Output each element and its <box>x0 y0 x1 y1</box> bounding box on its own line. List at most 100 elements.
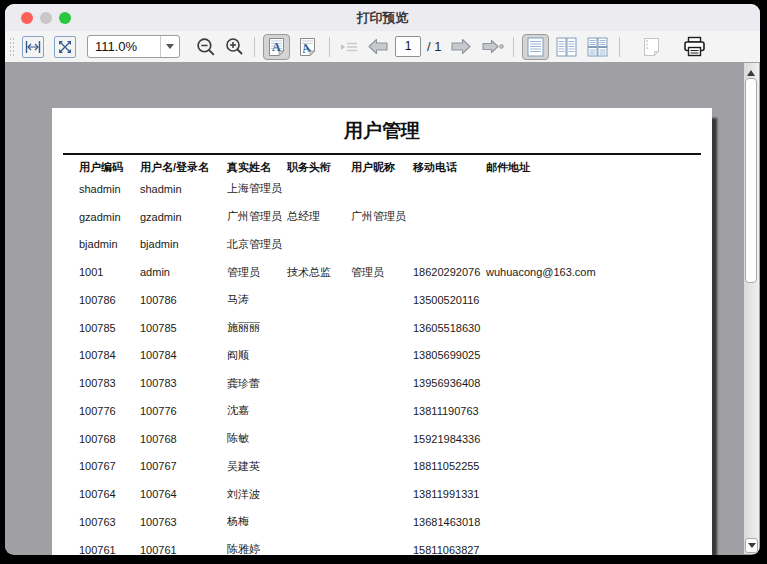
single-page-view-icon <box>527 37 544 57</box>
table-cell: 100776 <box>79 405 140 417</box>
close-button[interactable] <box>21 12 33 24</box>
table-cell: 阎顺 <box>227 348 287 363</box>
table-cell: 100768 <box>140 433 227 445</box>
previous-page-button[interactable] <box>364 34 391 60</box>
table-cell: 100767 <box>140 460 227 472</box>
fit-page-icon <box>57 39 73 55</box>
zoom-in-button[interactable] <box>222 34 246 60</box>
fit-page-button[interactable] <box>54 36 76 58</box>
landscape-orientation-button[interactable]: A <box>294 34 321 60</box>
table-row: 100785100785施丽丽13605518630 <box>52 314 708 342</box>
table-cell: 总经理 <box>287 209 351 224</box>
table-cell: 13811190763 <box>413 405 486 417</box>
table-cell: 13681463018 <box>413 516 486 528</box>
table-row: 100783100783龚珍蕾13956936408 <box>52 369 708 397</box>
table-cell: 100776 <box>140 405 227 417</box>
table-cell: 18811052255 <box>413 460 486 472</box>
table-cell: admin <box>140 266 227 278</box>
table-cell: 技术总监 <box>287 265 351 280</box>
landscape-icon: A <box>299 37 316 57</box>
table-cell: 100761 <box>140 544 227 555</box>
table-row: 100764100764刘洋波13811991331 <box>52 480 708 508</box>
overview-mode-button[interactable] <box>584 34 611 60</box>
print-button[interactable] <box>681 34 708 60</box>
column-header: 用户名/登录名 <box>140 160 227 175</box>
show-outline-button[interactable] <box>338 34 360 60</box>
column-header: 邮件地址 <box>486 160 708 175</box>
fit-width-button[interactable] <box>22 36 44 58</box>
outline-icon <box>340 40 358 54</box>
fit-width-icon <box>25 39 41 55</box>
table-cell: 杨梅 <box>227 514 287 529</box>
column-header: 用户编码 <box>79 160 140 175</box>
zoom-out-button[interactable] <box>194 34 218 60</box>
table-row: 100761100761陈雅婷15811063827 <box>52 536 708 555</box>
table-cell: 陈雅婷 <box>227 542 287 555</box>
table-row: 100763100763杨梅13681463018 <box>52 508 708 536</box>
scroll-up-icon[interactable] <box>747 66 755 76</box>
table-cell: 广州管理员 <box>227 209 287 224</box>
zoom-out-icon <box>195 36 217 58</box>
page-setup-button[interactable] <box>638 34 665 60</box>
table-cell: shadmin <box>79 183 140 195</box>
toolbar-drag-handle[interactable] <box>9 37 14 57</box>
table-cell: 刘洋波 <box>227 487 287 502</box>
table-cell: 100783 <box>140 377 227 389</box>
table-body: shadminshadmin上海管理员gzadmingzadmin广州管理员总经… <box>52 175 708 555</box>
table-row: 100768100768陈敏15921984336 <box>52 425 708 453</box>
table-cell: 100761 <box>79 544 140 555</box>
table-cell: 100764 <box>79 488 140 500</box>
table-cell: 100763 <box>140 516 227 528</box>
table-cell: 管理员 <box>351 265 413 280</box>
table-row: 1001admin管理员技术总监管理员18620292076wuhuacong@… <box>52 258 708 286</box>
vertical-scrollbar[interactable] <box>744 63 759 554</box>
table-row: bjadminbjadmin北京管理员 <box>52 231 708 259</box>
table-cell: 13500520116 <box>413 294 486 306</box>
column-header: 职务头衔 <box>287 160 351 175</box>
total-pages-label: / 1 <box>427 39 441 54</box>
zoom-level-combobox[interactable]: 111.0% <box>87 35 180 58</box>
table-cell: gzadmin <box>79 211 140 223</box>
table-cell: 100764 <box>140 488 227 500</box>
facing-pages-view-button[interactable] <box>553 34 580 60</box>
table-row: 100767100767吴建英18811052255 <box>52 453 708 481</box>
table-row: shadminshadmin上海管理员 <box>52 175 708 203</box>
zoom-dropdown-arrow-icon[interactable] <box>160 36 179 57</box>
window-title: 打印预览 <box>357 9 409 27</box>
table-cell: 100763 <box>79 516 140 528</box>
table-cell: 100784 <box>140 349 227 361</box>
titlebar[interactable]: 打印预览 <box>5 4 760 31</box>
table-cell: 100767 <box>79 460 140 472</box>
portrait-icon: A <box>268 37 285 57</box>
table-cell: 15921984336 <box>413 433 486 445</box>
table-cell: 100768 <box>79 433 140 445</box>
document-title: 用户管理 <box>52 108 712 144</box>
minimize-button[interactable] <box>40 12 52 24</box>
table-cell: 北京管理员 <box>227 237 287 252</box>
last-page-button[interactable] <box>478 34 505 60</box>
table-cell: bjadmin <box>79 238 140 250</box>
table-cell: 13605518630 <box>413 322 486 334</box>
single-page-view-button[interactable] <box>522 34 549 60</box>
current-page-input[interactable]: 1 <box>395 36 421 57</box>
header-rule <box>63 153 701 155</box>
table-cell: 上海管理员 <box>227 181 287 196</box>
table-cell: wuhuacong@163.com <box>486 266 708 278</box>
document-page: 用户管理 用户编码用户名/登录名真实姓名职务头衔用户昵称移动电话邮件地址 sha… <box>52 108 712 555</box>
next-page-icon <box>450 38 472 55</box>
zoom-in-icon <box>224 36 245 57</box>
next-page-button[interactable] <box>447 34 474 60</box>
table-cell: 陈敏 <box>227 431 287 446</box>
facing-pages-view-icon <box>556 37 577 57</box>
overview-mode-icon <box>587 37 608 57</box>
table-row: 100776100776沈嘉13811190763 <box>52 397 708 425</box>
zoom-window-button[interactable] <box>59 12 71 24</box>
table-cell: bjadmin <box>140 238 227 250</box>
table-cell: 100785 <box>140 322 227 334</box>
scrollbar-thumb[interactable] <box>745 78 757 283</box>
column-header: 用户昵称 <box>351 160 413 175</box>
scroll-down-icon[interactable] <box>745 538 758 553</box>
portrait-orientation-button[interactable]: A <box>263 34 290 60</box>
preview-canvas: 用户管理 用户编码用户名/登录名真实姓名职务头衔用户昵称移动电话邮件地址 sha… <box>5 63 760 554</box>
page-setup-icon <box>642 36 661 57</box>
